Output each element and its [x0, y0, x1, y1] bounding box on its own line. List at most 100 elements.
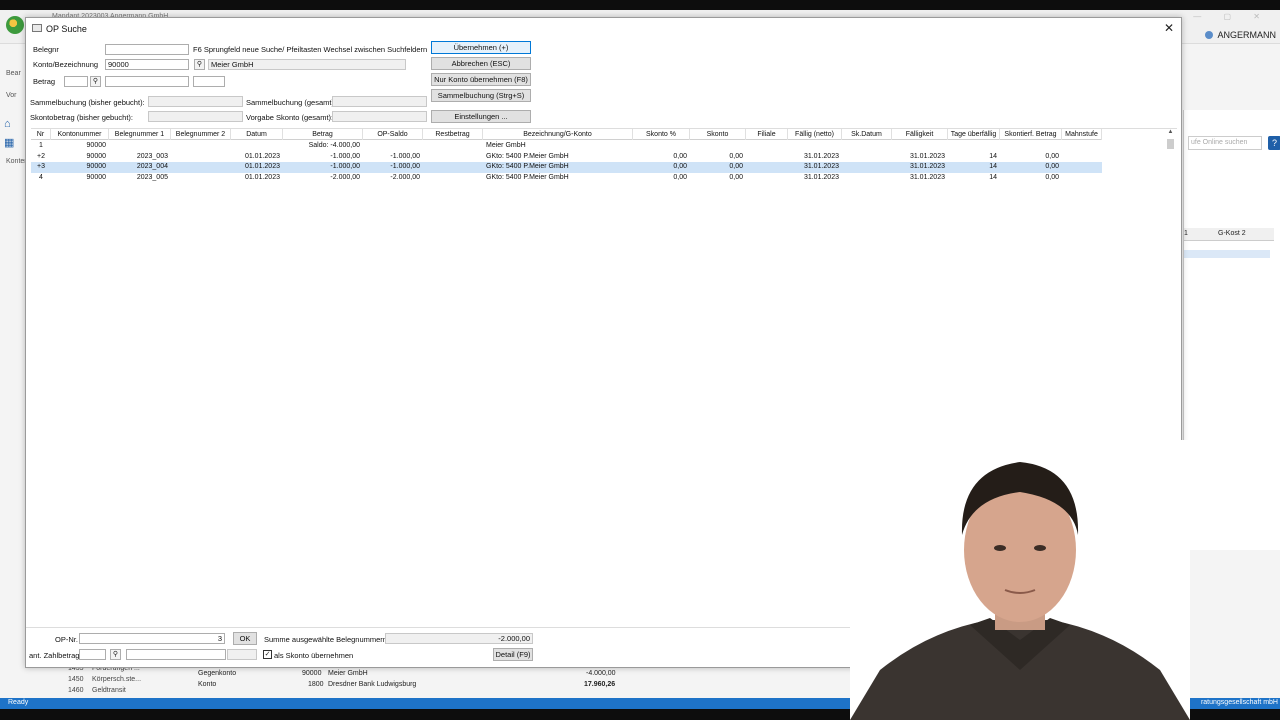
col-mahnstufe[interactable]: Mahnstufe — [1062, 129, 1102, 140]
belegnr-input[interactable] — [105, 44, 189, 55]
skonto-bisher-field — [148, 111, 243, 122]
col-bezeichnung[interactable]: Bezeichnung/G-Konto — [483, 129, 633, 140]
col-belegnummer2[interactable]: Belegnummer 2 — [171, 129, 231, 140]
scroll-thumb[interactable] — [1167, 139, 1174, 149]
cell-skbetrag: 0,00 — [1045, 173, 1059, 181]
cell-mahn — [1062, 141, 1102, 152]
cell-faellig — [788, 141, 842, 152]
cell-fil — [746, 152, 788, 163]
col-faellig-netto[interactable]: Fällig (netto) — [788, 129, 842, 140]
cell-beleg1: 2023_005 — [136, 173, 168, 181]
zahlbetrag-input[interactable] — [126, 649, 226, 660]
cell-rest — [423, 141, 483, 152]
background-account-tree: 1435 Forderungen ... 1450 Körpersch.ste...… — [28, 665, 188, 698]
cell-betrag: -1.000,00 — [330, 163, 360, 170]
table-row[interactable]: +2 90000 2023_003 01.01.2023 -1.000,00 -1.000… — [31, 152, 1102, 163]
skonto-bisher-label: Skontobetrag (bisher gebucht): — [30, 113, 133, 122]
user-name: ANGERMANN — [1217, 30, 1276, 40]
col-tage-ueberfaellig[interactable]: Tage überfällig — [948, 129, 1000, 140]
cell-rest — [423, 152, 483, 163]
table-row[interactable]: 1 90000 Saldo: -4.000,00 Meier GmbH — [31, 141, 1102, 152]
background-booking-rows: Gegenkonto 90000 Meier GmbH -4.000,00 Ko… — [190, 670, 700, 692]
booking-row: Gegenkonto 90000 Meier GmbH -4.000,00 — [198, 670, 616, 677]
table-row[interactable]: +3 90000 2023_004 01.01.2023 -1.000,00 -1.000… — [31, 162, 1102, 173]
tree-row[interactable]: 1450 Körpersch.ste... — [28, 676, 188, 687]
col-restbetrag[interactable]: Restbetrag — [423, 129, 483, 140]
status-company: ratungsgesellschaft mbH — [1200, 699, 1278, 706]
user-area[interactable]: ANGERMANN — [1205, 30, 1276, 40]
cell-opsaldo: -1.000,00 — [390, 163, 420, 170]
einstellungen-button[interactable]: Einstellungen ... — [431, 110, 531, 123]
cell-skbetrag: 0,00 — [1045, 152, 1059, 160]
binoculars-icon[interactable]: ⚲ — [90, 76, 101, 87]
cell-skdat — [842, 141, 892, 152]
cell-fil — [746, 162, 788, 173]
cell-nr: +2 — [37, 152, 45, 160]
konto-input[interactable]: 90000 — [105, 59, 189, 70]
window-icon — [32, 24, 42, 32]
gkost-selected-row[interactable] — [1184, 250, 1270, 258]
col-nr[interactable]: Nr — [31, 129, 51, 140]
app-logo-icon — [6, 16, 24, 34]
binoculars-icon[interactable]: ⚲ — [194, 59, 205, 70]
sammel-gesamt-label: Sammelbuchung (gesamt): — [246, 98, 337, 107]
col-faelligkeit[interactable]: Fälligkeit — [892, 129, 948, 140]
detail-button[interactable]: Detail (F9) — [493, 648, 533, 661]
cell-opsaldo: -1.000,00 — [390, 152, 420, 160]
cell-skdat — [842, 162, 892, 173]
konto-label: Konto/Bezeichnung — [33, 60, 99, 69]
close-icon[interactable]: ✕ — [1161, 20, 1177, 36]
col-op-saldo[interactable]: OP-Saldo — [363, 129, 423, 140]
cell-sk: 0,00 — [729, 152, 743, 160]
scroll-up-icon[interactable]: ▲ — [1166, 129, 1175, 138]
cell-sk: 0,00 — [729, 173, 743, 181]
uebernehmen-button[interactable]: Übernehmen (+) — [431, 41, 531, 54]
online-search-input[interactable]: ufe Online suchen — [1188, 136, 1262, 150]
betrag-label: Betrag — [33, 77, 56, 86]
zahlbetrag-operator-input[interactable] — [79, 649, 106, 660]
table-row[interactable]: 4 90000 2023_005 01.01.2023 -2.000,00 -2.000,… — [31, 173, 1102, 184]
col-sk-datum[interactable]: Sk.Datum — [842, 129, 892, 140]
cell-betrag: -1.000,00 — [330, 152, 360, 160]
col-betrag[interactable]: Betrag — [283, 129, 363, 140]
col-filiale[interactable]: Filiale — [746, 129, 788, 140]
cell-faellig: 31.01.2023 — [803, 163, 839, 170]
background-window-controls[interactable]: — ▢ ✕ — [1193, 12, 1270, 21]
summe-field: -2.000,00 — [385, 633, 533, 644]
skonto-checkbox[interactable]: ✓ — [263, 650, 272, 659]
help-icon[interactable]: ? — [1268, 136, 1280, 150]
col-skontierf-betrag[interactable]: Skontierf. Betrag — [1000, 129, 1062, 140]
cell-sk — [690, 141, 746, 152]
cell-mahn — [1062, 162, 1102, 173]
cell-tage — [948, 141, 1000, 152]
cell-mahn — [1062, 152, 1102, 163]
ok-button[interactable]: OK — [233, 632, 257, 645]
betrag-operator-input[interactable] — [64, 76, 88, 87]
col-kontonummer[interactable]: Kontonummer — [51, 129, 109, 140]
cell-konto: 90000 — [86, 173, 106, 181]
col-skonto[interactable]: Skonto — [690, 129, 746, 140]
sammelbuchung-button[interactable]: Sammelbuchung (Strg+S) — [431, 89, 531, 102]
cell-tage: 14 — [989, 152, 997, 160]
betrag-to-input[interactable] — [193, 76, 225, 87]
col-datum[interactable]: Datum — [231, 129, 283, 140]
col-belegnummer1[interactable]: Belegnummer 1 — [109, 129, 171, 140]
dialog-titlebar[interactable]: OP Suche ✕ — [26, 18, 1181, 40]
betrag-input[interactable] — [105, 76, 189, 87]
left-label-konten: Konten — [6, 158, 29, 165]
abbrechen-button[interactable]: Abbrechen (ESC) — [431, 57, 531, 70]
cell-fil — [746, 173, 788, 184]
col-skonto-prozent[interactable]: Skonto % — [633, 129, 690, 140]
cell-bez: GKto: 5400 P.Meier GmbH — [486, 163, 569, 170]
cell-rest — [423, 173, 483, 184]
cell-sk: 0,00 — [729, 163, 743, 170]
tree-row[interactable]: 1460 Geldtransit — [28, 687, 188, 698]
binoculars-icon[interactable]: ⚲ — [110, 649, 121, 660]
opnr-input[interactable]: 3 — [79, 633, 225, 644]
grid-icon[interactable]: ▦ — [4, 136, 16, 149]
home-icon[interactable]: ⌂ — [4, 118, 16, 130]
nur-konto-button[interactable]: Nur Konto übernehmen (F8) — [431, 73, 531, 86]
cell-tage: 14 — [989, 163, 997, 170]
dialog-title: OP Suche — [46, 24, 87, 34]
cell-faelligkeit — [892, 141, 948, 152]
